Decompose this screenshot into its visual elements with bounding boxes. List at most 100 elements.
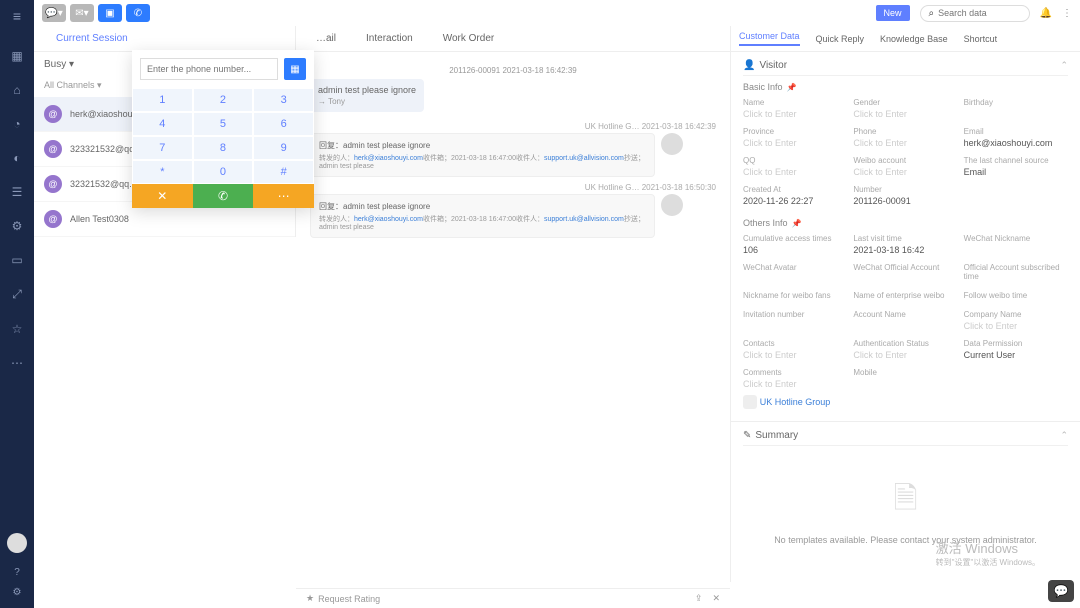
key-7[interactable]: 7 [132,136,193,160]
search-box[interactable]: ⌕ [920,5,1030,22]
info-field[interactable]: Official Account subscribed time [964,263,1068,283]
help-icon[interactable]: ? [14,567,20,578]
search-input[interactable] [938,8,1018,18]
dialpad-call-button[interactable]: ✆ [193,184,254,208]
chat-dropdown-button[interactable]: 💬▾ [42,4,66,22]
key-*[interactable]: * [132,160,193,184]
nav-moon-icon[interactable]: ◐ [13,151,20,165]
info-field[interactable]: Weibo accountClick to Enter [853,156,957,177]
tab-interaction[interactable]: Interaction [366,33,413,44]
info-field[interactable]: WeChat Nickname [964,234,1068,255]
nav-clock-icon[interactable]: ◔ [13,117,20,131]
info-field[interactable]: CommentsClick to Enter [743,368,847,389]
info-field[interactable]: QQClick to Enter [743,156,847,177]
nav-chart2-icon[interactable]: ⤢ [12,287,22,302]
tab-customer-data[interactable]: Customer Data [739,31,800,46]
field-value[interactable]: 2020-11-26 22:27 [743,196,847,206]
new-button[interactable]: New [876,5,910,21]
info-field[interactable]: WeChat Official Account [853,263,957,283]
field-value[interactable]: Click to Enter [853,167,957,177]
phone-input[interactable] [140,58,278,80]
dialpad-cancel-button[interactable]: ✕ [132,184,193,208]
info-field[interactable]: Last visit time2021-03-18 16:42 [853,234,957,255]
info-field[interactable]: PhoneClick to Enter [853,127,957,148]
tab-detail[interactable]: …ail [316,33,336,44]
info-field[interactable]: NameClick to Enter [743,98,847,119]
close-chat-icon[interactable]: ✕ [712,593,720,604]
field-value[interactable]: Click to Enter [964,321,1068,331]
dialpad-more-button[interactable]: ⋯ [253,184,314,208]
info-field[interactable]: Nickname for weibo fans [743,291,847,302]
info-field[interactable]: Invitation number [743,310,847,331]
info-field[interactable]: Cumulative access times106 [743,234,847,255]
nav-doc-icon[interactable]: ☰ [12,185,23,199]
user-avatar[interactable] [7,533,27,553]
info-field[interactable]: WeChat Avatar [743,263,847,283]
info-field[interactable]: Birthday [964,98,1068,119]
field-value[interactable]: herk@xiaoshouyi.com [964,138,1068,148]
key-3[interactable]: 3 [253,88,314,112]
mail-dropdown-button[interactable]: ✉▾ [70,4,94,22]
settings-icon[interactable]: ⚙ [13,587,22,598]
field-value[interactable]: Click to Enter [853,350,957,360]
contacts-button[interactable]: ▦ [284,58,306,80]
field-value[interactable]: Click to Enter [743,350,847,360]
info-field[interactable]: ProvinceClick to Enter [743,127,847,148]
tab-current-session[interactable]: Current Session [44,33,140,44]
tab-shortcut[interactable]: Shortcut [964,34,998,44]
nav-home-icon[interactable]: ⌂ [13,83,20,97]
chevron-up-icon[interactable]: ⌃ [1060,430,1068,441]
key-8[interactable]: 8 [193,136,254,160]
field-value[interactable]: Current User [964,350,1068,360]
info-field[interactable]: Follow weibo time [964,291,1068,302]
video-button[interactable]: ▣ [98,4,122,22]
field-value[interactable]: Click to Enter [743,379,847,389]
key-0[interactable]: 0 [193,160,254,184]
agent-status-dropdown[interactable]: Busy ▾ [44,59,74,70]
field-value[interactable]: Click to Enter [853,109,957,119]
field-value[interactable]: 201126-00091 [853,196,957,206]
nav-star-icon[interactable]: ☆ [12,322,23,336]
field-value[interactable]: Click to Enter [743,167,847,177]
info-field[interactable]: Mobile [853,368,957,389]
star-icon[interactable]: ★ [306,593,314,604]
key-#[interactable]: # [253,160,314,184]
key-6[interactable]: 6 [253,112,314,136]
key-2[interactable]: 2 [193,88,254,112]
chat-bubble-button[interactable]: 💬 [1048,580,1074,602]
tab-quick-reply[interactable]: Quick Reply [816,34,865,44]
info-field[interactable]: The last channel sourceEmail [964,156,1068,177]
field-value[interactable]: Email [964,167,1068,177]
pin-icon[interactable]: 📌 [787,83,797,92]
tab-work-order[interactable]: Work Order [443,33,495,44]
visitor-header[interactable]: 👤 Visitor ⌃ [743,56,1068,76]
phone-button[interactable]: ✆ [126,4,150,22]
info-field[interactable] [964,185,1068,206]
chevron-up-icon[interactable]: ⌃ [1060,60,1068,71]
key-1[interactable]: 1 [132,88,193,112]
info-field[interactable] [964,368,1068,389]
info-field[interactable]: Data PermissionCurrent User [964,339,1068,360]
nav-apps-icon[interactable]: ▦ [11,49,22,63]
info-field[interactable]: Company NameClick to Enter [964,310,1068,331]
field-value[interactable]: Click to Enter [743,109,847,119]
info-field[interactable]: ContactsClick to Enter [743,339,847,360]
pin-icon[interactable]: 📌 [792,219,802,228]
summary-header[interactable]: ✎ Summary ⌃ [743,426,1068,446]
nav-more-icon[interactable]: ⋯ [11,356,23,370]
field-value[interactable]: 106 [743,245,847,255]
field-value[interactable]: 2021-03-18 16:42 [853,245,957,255]
request-rating-button[interactable]: Request Rating [318,594,380,604]
nav-gear-icon[interactable]: ⚙ [12,219,23,233]
info-field[interactable]: Authentication StatusClick to Enter [853,339,957,360]
info-field[interactable]: Created At2020-11-26 22:27 [743,185,847,206]
share-icon[interactable]: ⇪ [695,593,703,604]
key-9[interactable]: 9 [253,136,314,160]
info-field[interactable]: Emailherk@xiaoshouyi.com [964,127,1068,148]
info-field[interactable]: Account Name [853,310,957,331]
tab-knowledge-base[interactable]: Knowledge Base [880,34,948,44]
info-field[interactable]: GenderClick to Enter [853,98,957,119]
info-field[interactable]: Name of enterprise weibo [853,291,957,302]
field-value[interactable]: Click to Enter [743,138,847,148]
overflow-icon[interactable]: ⋮ [1062,8,1072,19]
